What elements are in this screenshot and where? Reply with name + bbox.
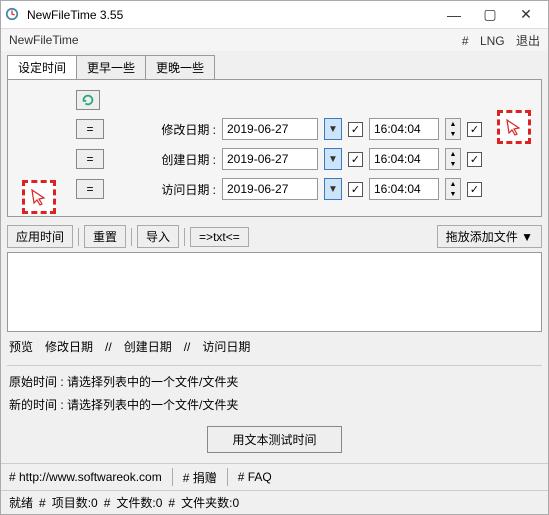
divider: [78, 228, 79, 246]
footer-site[interactable]: # http://www.softwareok.com: [9, 470, 162, 484]
file-list[interactable]: [7, 252, 542, 332]
create-label: 创建日期 :: [156, 151, 216, 168]
footer-faq[interactable]: # FAQ: [238, 470, 272, 484]
titlebar: NewFileTime 3.55 — ▢ ✕: [1, 1, 548, 29]
test-row: 用文本测试时间: [1, 426, 548, 453]
status-files: 文件数:0: [116, 494, 162, 511]
tab-strip: 设定时间 更早一些 更晚一些: [7, 55, 542, 79]
footer-donate[interactable]: # 捐赠: [183, 469, 217, 486]
modify-date-input[interactable]: 2019-06-27: [222, 118, 318, 140]
txt-button[interactable]: =>txt<=: [190, 227, 249, 247]
menu-hash[interactable]: #: [462, 34, 469, 48]
create-date-dropdown-icon[interactable]: ▼: [324, 148, 342, 170]
access-time-spinner[interactable]: ▲▼: [445, 178, 461, 200]
spacer: [110, 180, 150, 198]
create-time-spinner[interactable]: ▲▼: [445, 148, 461, 170]
create-eq-button[interactable]: =: [76, 149, 104, 169]
menu-lng[interactable]: LNG: [480, 34, 505, 48]
close-button[interactable]: ✕: [508, 3, 544, 27]
toolbar: 应用时间 重置 导入 =>txt<= 拖放添加文件 ▼: [7, 225, 542, 248]
drop-target-icon-left[interactable]: [22, 180, 56, 214]
divider: [184, 228, 185, 246]
drag-add-button[interactable]: 拖放添加文件 ▼: [437, 225, 542, 248]
spacer: [110, 150, 150, 168]
orig-time-row: 原始时间 : 请选择列表中的一个文件/文件夹: [9, 373, 540, 390]
access-row: = 访问日期 : 2019-06-27 ▼ ✓ 16:04:04 ▲▼ ✓: [76, 178, 533, 200]
tab-earlier[interactable]: 更早一些: [76, 55, 146, 79]
create-time-checkbox[interactable]: ✓: [467, 152, 482, 167]
access-time-input[interactable]: 16:04:04: [369, 178, 439, 200]
status-sep: #: [39, 496, 46, 510]
modify-eq-button[interactable]: =: [76, 119, 104, 139]
reset-button[interactable]: 重置: [84, 225, 126, 248]
new-label: 新的时间 :: [9, 398, 64, 412]
create-time-input[interactable]: 16:04:04: [369, 148, 439, 170]
status-folders: 文件夹数:0: [181, 494, 239, 511]
test-text-button[interactable]: 用文本测试时间: [207, 426, 341, 453]
minimize-button[interactable]: —: [436, 3, 472, 27]
access-date-checkbox[interactable]: ✓: [348, 182, 363, 197]
status-items: 项目数:0: [52, 494, 98, 511]
modify-row: = 修改日期 : 2019-06-27 ▼ ✓ 16:04:04 ▲▼ ✓: [76, 118, 533, 140]
import-button[interactable]: 导入: [137, 225, 179, 248]
preview-access: 访问日期: [202, 338, 250, 355]
menu-exit[interactable]: 退出: [516, 34, 540, 48]
access-label: 访问日期 :: [156, 181, 216, 198]
refresh-row: [76, 90, 533, 110]
status-ready: 就绪: [9, 494, 33, 511]
spacer: [110, 120, 150, 138]
modify-time-checkbox[interactable]: ✓: [467, 122, 482, 137]
create-date-input[interactable]: 2019-06-27: [222, 148, 318, 170]
access-date-input[interactable]: 2019-06-27: [222, 178, 318, 200]
window-controls: — ▢ ✕: [436, 3, 544, 27]
modify-time-input[interactable]: 16:04:04: [369, 118, 439, 140]
tab-later[interactable]: 更晚一些: [145, 55, 215, 79]
preview-header: 预览 修改日期 // 创建日期 // 访问日期: [9, 338, 540, 355]
status-sep: #: [104, 496, 111, 510]
maximize-button[interactable]: ▢: [472, 3, 508, 27]
window-title: NewFileTime 3.55: [27, 8, 436, 22]
sep: //: [105, 340, 112, 354]
menubar: NewFileTime # LNG 退出: [1, 29, 548, 51]
orig-value: 请选择列表中的一个文件/文件夹: [67, 375, 238, 389]
divider: [131, 228, 132, 246]
tab-set-time[interactable]: 设定时间: [7, 55, 77, 79]
divider: [7, 365, 542, 366]
access-eq-button[interactable]: =: [76, 179, 104, 199]
preview-modify: 修改日期: [45, 338, 93, 355]
modify-label: 修改日期 :: [156, 121, 216, 138]
chevron-down-icon: ▼: [521, 230, 533, 244]
status-sep: #: [168, 496, 175, 510]
access-time-checkbox[interactable]: ✓: [467, 182, 482, 197]
divider: [172, 468, 173, 486]
access-date-dropdown-icon[interactable]: ▼: [324, 178, 342, 200]
preview-create: 创建日期: [124, 338, 172, 355]
drop-target-icon[interactable]: [497, 110, 531, 144]
app-name-label: NewFileTime: [9, 33, 79, 47]
statusbar: 就绪 # 项目数:0 # 文件数:0 # 文件夹数:0: [1, 490, 548, 514]
modify-date-checkbox[interactable]: ✓: [348, 122, 363, 137]
footer-links: # http://www.softwareok.com # 捐赠 # FAQ: [1, 463, 548, 490]
apply-button[interactable]: 应用时间: [7, 225, 73, 248]
new-value: 请选择列表中的一个文件/文件夹: [67, 398, 238, 412]
refresh-button[interactable]: [76, 90, 100, 110]
app-window: NewFileTime 3.55 — ▢ ✕ NewFileTime # LNG…: [0, 0, 549, 515]
modify-date-dropdown-icon[interactable]: ▼: [324, 118, 342, 140]
divider: [227, 468, 228, 486]
orig-label: 原始时间 :: [9, 375, 64, 389]
preview-label: 预览: [9, 338, 33, 355]
time-panel: = 修改日期 : 2019-06-27 ▼ ✓ 16:04:04 ▲▼ ✓ = …: [7, 79, 542, 217]
sep: //: [184, 340, 191, 354]
new-time-row: 新的时间 : 请选择列表中的一个文件/文件夹: [9, 396, 540, 413]
app-icon: [5, 7, 21, 23]
create-row: = 创建日期 : 2019-06-27 ▼ ✓ 16:04:04 ▲▼ ✓: [76, 148, 533, 170]
modify-time-spinner[interactable]: ▲▼: [445, 118, 461, 140]
create-date-checkbox[interactable]: ✓: [348, 152, 363, 167]
